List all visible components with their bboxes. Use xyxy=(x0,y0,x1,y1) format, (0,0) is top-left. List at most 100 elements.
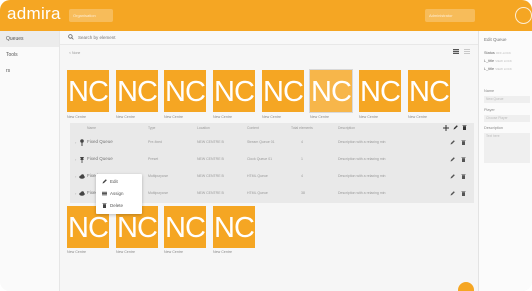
list-view-icon[interactable] xyxy=(464,49,470,54)
user-menu[interactable]: Administrator xyxy=(425,9,475,22)
tile-label: New Centre xyxy=(213,115,232,119)
expand-chevron-icon[interactable]: › xyxy=(75,140,76,145)
edit-icon[interactable] xyxy=(453,125,458,130)
search-input[interactable] xyxy=(78,34,198,41)
row-location: NEW CENTRE B xyxy=(197,157,224,161)
row-location: NEW CENTRE B xyxy=(197,140,224,144)
add-icon[interactable] xyxy=(443,125,449,131)
centre-tile[interactable]: NC xyxy=(164,70,206,112)
trash-icon[interactable] xyxy=(462,125,467,130)
tile-label: New Centre xyxy=(116,115,135,119)
sidebar-item-label: Tools xyxy=(6,52,18,58)
pencil-icon xyxy=(102,179,107,184)
menu-item-label: Delete xyxy=(110,203,124,208)
edit-panel: Edit Queue Status OFF-LOCK L_title VIEW … xyxy=(478,31,532,291)
centre-tile-selected[interactable]: NC xyxy=(309,69,353,113)
row-total: 4 xyxy=(301,140,303,144)
top-bar: admira Organisation Administrator xyxy=(0,0,532,31)
centre-tile[interactable]: NC xyxy=(359,70,401,112)
cloud-icon xyxy=(79,191,85,196)
tile-initials: NC xyxy=(311,76,352,108)
pushpin-icon xyxy=(80,157,84,163)
tile-label: New Centre xyxy=(164,250,183,254)
menu-item-label: Edit xyxy=(110,179,118,184)
app-logo[interactable]: admira xyxy=(7,4,61,24)
trash-icon[interactable] xyxy=(461,174,466,179)
row-type: Pre-fixed xyxy=(148,140,163,144)
trash-icon[interactable] xyxy=(461,191,466,196)
row-type: Multipurpose xyxy=(148,174,169,178)
lock-value: VIEW LOCK xyxy=(495,67,512,71)
trash-icon[interactable] xyxy=(461,157,466,162)
panel-title: Edit Queue xyxy=(484,37,507,42)
edit-icon[interactable] xyxy=(450,140,455,145)
centre-tile[interactable]: NC xyxy=(164,206,206,248)
expand-chevron-icon[interactable]: › xyxy=(75,191,76,196)
tile-label: New Centre xyxy=(164,115,183,119)
menu-item-edit[interactable]: Edit xyxy=(96,176,142,188)
table-row[interactable]: › Fixed Queue Preset NEW CENTRE B Clock … xyxy=(70,151,474,168)
column-header-description[interactable]: Description xyxy=(338,126,355,130)
row-content: Clock Queue 01 xyxy=(247,157,273,161)
tile-label: New Centre xyxy=(116,250,135,254)
name-label: Name xyxy=(484,89,495,93)
column-header-total[interactable]: Total elements xyxy=(291,126,313,130)
row-type: Preset xyxy=(148,157,159,161)
row-name: Fixed Queue xyxy=(87,156,113,161)
menu-item-label: Assign xyxy=(110,191,124,196)
floating-action-button[interactable] xyxy=(458,282,474,291)
tile-initials: NC xyxy=(117,76,158,108)
tile-label: New Centre xyxy=(262,115,281,119)
tile-label: New Centre xyxy=(408,115,427,119)
sidebar: Queues Tools rs xyxy=(0,31,60,291)
tile-initials: NC xyxy=(165,212,206,244)
app-window: admira Organisation Administrator Queues… xyxy=(0,0,532,291)
edit-icon[interactable] xyxy=(450,174,455,179)
lock-line: L_title VIEW LOCK xyxy=(484,59,512,63)
column-header-name[interactable]: Name xyxy=(87,126,96,130)
trash-icon[interactable] xyxy=(461,140,466,145)
name-field[interactable]: New Queue xyxy=(484,96,530,103)
expand-chevron-icon[interactable]: › xyxy=(75,174,76,179)
column-header-type[interactable]: Type xyxy=(148,126,155,130)
sidebar-item-rs[interactable]: rs xyxy=(0,63,59,79)
centre-tile[interactable]: NC xyxy=(116,70,158,112)
sidebar-item-tools[interactable]: Tools xyxy=(0,47,59,63)
search-bar xyxy=(60,31,478,45)
menu-item-delete[interactable]: Delete xyxy=(96,200,142,212)
organisation-selector[interactable]: Organisation xyxy=(69,9,113,22)
centre-tile[interactable]: NC xyxy=(213,70,255,112)
tile-initials: NC xyxy=(263,76,304,108)
player-field[interactable]: Choose Player xyxy=(484,115,530,122)
tile-initials: NC xyxy=(165,76,206,108)
edit-icon[interactable] xyxy=(450,191,455,196)
sidebar-item-queues[interactable]: Queues xyxy=(0,31,59,47)
description-field[interactable]: Text here xyxy=(484,133,530,163)
centre-tile[interactable]: NC xyxy=(262,70,304,112)
row-total: 4 xyxy=(301,174,303,178)
tile-initials: NC xyxy=(409,76,450,108)
lock-line-2: L_title VIEW LOCK xyxy=(484,67,512,71)
row-description: Description with a relaxing min xyxy=(338,140,386,144)
table-row[interactable]: › Fixed Queue Pre-fixed NEW CENTRE B Str… xyxy=(70,134,474,151)
centre-tile[interactable]: NC xyxy=(67,70,109,112)
expand-chevron-icon[interactable]: › xyxy=(75,157,76,162)
tile-initials: NC xyxy=(214,76,255,108)
sidebar-item-label: rs xyxy=(6,68,11,74)
menu-item-assign[interactable]: Assign xyxy=(96,188,142,200)
tile-label: New Centre xyxy=(67,115,86,119)
row-name: Fixed Queue xyxy=(87,139,113,144)
search-icon[interactable] xyxy=(68,34,74,40)
lock-label: L_title xyxy=(484,67,495,71)
tile-initials: NC xyxy=(214,212,255,244)
centre-tile[interactable]: NC xyxy=(213,206,255,248)
edit-icon[interactable] xyxy=(450,157,455,162)
centre-tile[interactable]: NC xyxy=(408,70,450,112)
column-header-content[interactable]: Content xyxy=(247,126,259,130)
breadcrumb[interactable]: < None xyxy=(69,51,80,55)
row-content: HTML Queue xyxy=(247,191,268,195)
grid-view-icon[interactable] xyxy=(453,49,459,54)
table-header: Name Type Location Content Total element… xyxy=(70,123,474,133)
column-header-location[interactable]: Location xyxy=(197,126,210,130)
user-avatar-icon[interactable] xyxy=(515,7,532,24)
